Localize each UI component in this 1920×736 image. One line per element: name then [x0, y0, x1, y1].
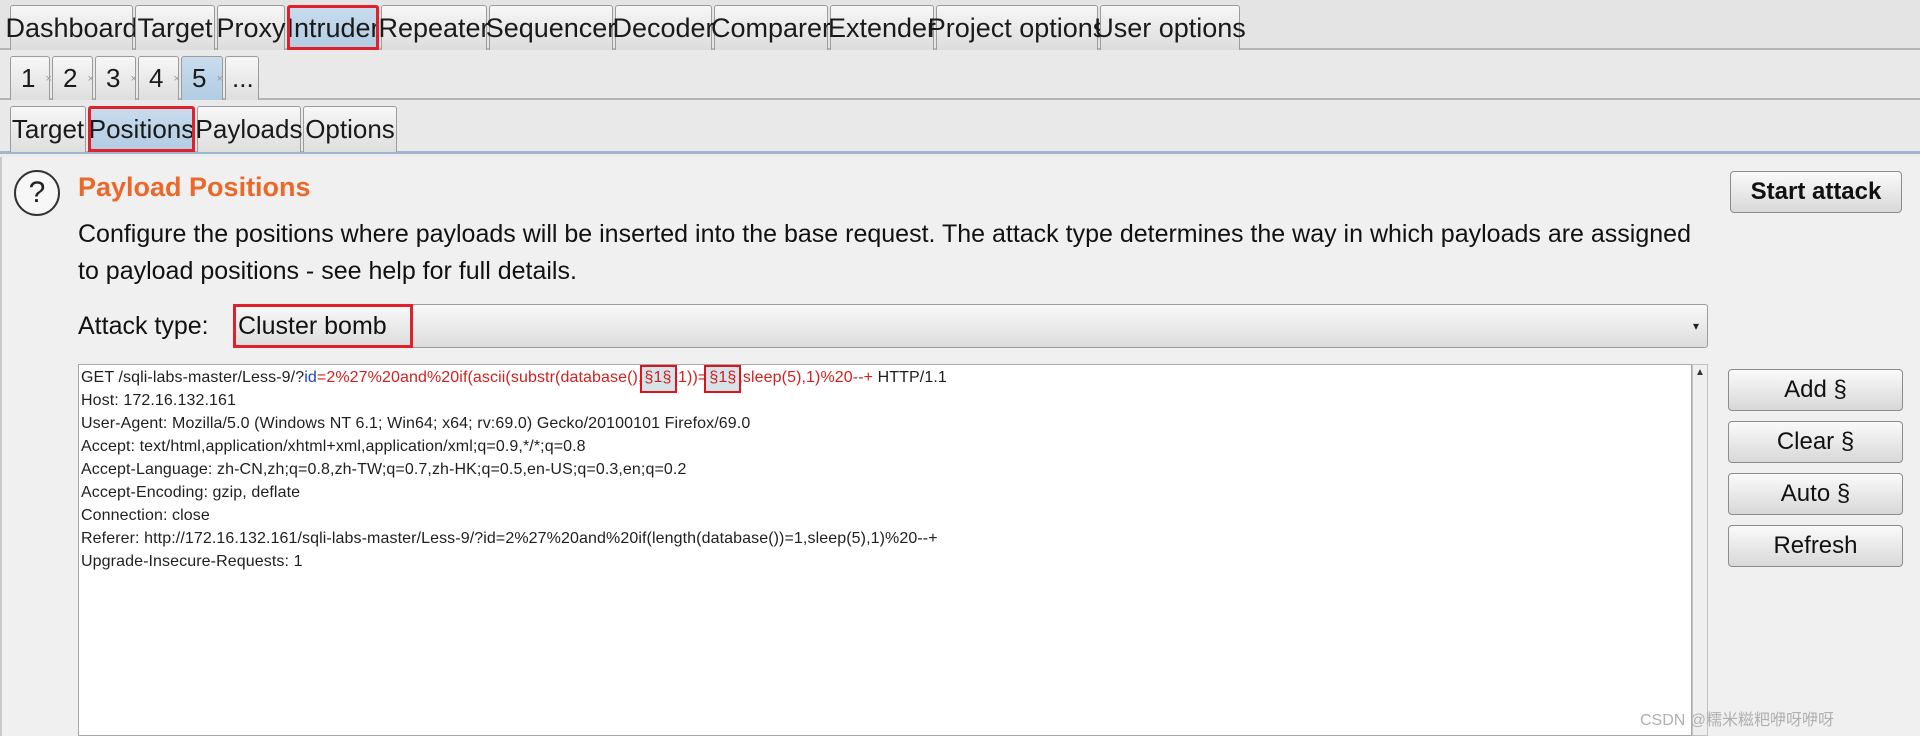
request-tab-1[interactable]: 1 × — [10, 56, 52, 100]
request-header-line: Accept-Language: zh-CN,zh;q=0.8,zh-TW;q=… — [81, 461, 687, 478]
request-header-line: Accept-Encoding: gzip, deflate — [81, 484, 301, 501]
request-header-line: Upgrade-Insecure-Requests: 1 — [81, 553, 303, 570]
chevron-down-icon[interactable]: ▾ — [1688, 318, 1704, 334]
auto-markers-button[interactable]: Auto § — [1728, 473, 1903, 515]
help-icon[interactable]: ? — [14, 170, 60, 216]
refresh-button[interactable]: Refresh — [1728, 525, 1903, 567]
request-header-line: Referer: http://172.16.132.161/sqli-labs… — [81, 530, 938, 547]
request-param-part: 2%27%20and%20if(ascii(substr(database(), — [326, 369, 643, 386]
tab-sequencer[interactable]: Sequencer — [486, 5, 616, 50]
tab-user-options[interactable]: User options — [1094, 5, 1246, 50]
request-param-name: id — [304, 369, 317, 386]
scroll-up-icon[interactable]: ▲ — [1695, 367, 1705, 378]
section-description: Configure the positions where payloads w… — [78, 220, 1691, 285]
add-marker-button[interactable]: Add § — [1728, 369, 1903, 411]
close-icon[interactable]: × — [173, 73, 179, 85]
tab-proxy[interactable]: Proxy — [216, 5, 286, 50]
request-tab-label: 5 — [192, 63, 207, 93]
close-icon[interactable]: × — [130, 73, 136, 85]
request-editor[interactable]: GET /sqli-labs-master/Less-9/?id=2%27%20… — [78, 364, 1692, 736]
request-tab-2[interactable]: 2 × — [52, 56, 94, 100]
request-line: GET /sqli-labs-master/Less-9/?id=2%27%20… — [81, 365, 947, 393]
request-header-line: Host: 172.16.132.161 — [81, 392, 237, 409]
tab-intruder[interactable]: Intruder — [286, 5, 380, 50]
close-icon[interactable]: × — [45, 73, 51, 85]
request-param-part: ,1))= — [673, 369, 708, 386]
tab-dashboard[interactable]: Dashboard — [5, 5, 138, 50]
intruder-sub-tab-bar: Target Positions Payloads Options — [0, 100, 1920, 154]
close-icon[interactable]: × — [216, 73, 222, 85]
request-tab-label: 3 — [106, 63, 121, 93]
payload-marker[interactable]: §1§ — [639, 365, 677, 393]
request-tab-3[interactable]: 3 × — [95, 56, 137, 100]
watermark: CSDN @糯米糍粑咿呀咿呀 — [1640, 712, 1835, 729]
tab-decoder[interactable]: Decoder — [612, 5, 715, 50]
attack-type-value[interactable]: Cluster bomb — [233, 304, 413, 348]
new-request-tab[interactable]: ... — [225, 56, 259, 100]
subtab-options[interactable]: Options — [303, 106, 397, 152]
attack-type-select[interactable] — [233, 304, 1708, 348]
start-attack-button[interactable]: Start attack — [1730, 171, 1902, 213]
clear-markers-button[interactable]: Clear § — [1728, 421, 1903, 463]
section-title: Payload Positions — [78, 172, 311, 202]
request-param-eq: = — [316, 369, 327, 386]
request-param-part: ,sleep(5),1)%20--+ — [738, 369, 874, 386]
tab-comparer[interactable]: Comparer — [711, 5, 831, 50]
tab-project-options[interactable]: Project options — [928, 5, 1106, 50]
subtab-payloads[interactable]: Payloads — [196, 106, 302, 152]
request-tab-bar: 1 × 2 × 3 × 4 × 5 × ... — [0, 50, 1920, 100]
subtab-target[interactable]: Target — [10, 106, 86, 152]
main-tab-bar: Dashboard Target Proxy Intruder Repeater… — [0, 0, 1920, 50]
tab-repeater[interactable]: Repeater — [378, 5, 490, 50]
subtab-positions[interactable]: Positions — [88, 106, 195, 152]
request-header-line: Connection: close — [81, 507, 210, 524]
request-tab-5[interactable]: 5 × — [181, 56, 223, 100]
request-tab-label: 1 — [21, 63, 36, 93]
payload-marker-text: §1§ — [644, 369, 672, 386]
request-tab-label: 2 — [63, 63, 78, 93]
payload-marker-text: §1§ — [709, 369, 737, 386]
payload-marker[interactable]: §1§ — [704, 365, 742, 393]
editor-scrollbar[interactable]: ▲ — [1692, 364, 1708, 736]
attack-type-label: Attack type: — [78, 312, 209, 340]
request-header-line: User-Agent: Mozilla/5.0 (Windows NT 6.1;… — [81, 415, 751, 432]
request-protocol: HTTP/1.1 — [873, 369, 947, 386]
request-method-path: GET /sqli-labs-master/Less-9/? — [81, 369, 305, 386]
tab-target[interactable]: Target — [135, 5, 215, 50]
request-header-line: Accept: text/html,application/xhtml+xml,… — [81, 438, 586, 455]
request-tab-label: 4 — [149, 63, 164, 93]
request-tab-4[interactable]: 4 × — [138, 56, 180, 100]
close-icon[interactable]: × — [87, 73, 93, 85]
tab-extender[interactable]: Extender — [828, 5, 936, 50]
